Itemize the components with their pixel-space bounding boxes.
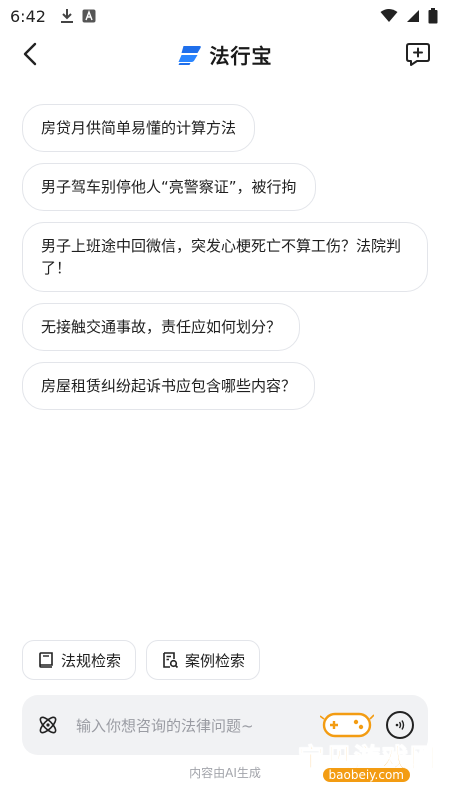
suggestion-chip[interactable]: 男子驾车别停他人“亮警察证”，被行拘 — [22, 163, 316, 211]
back-button[interactable] — [14, 38, 46, 70]
watermark-url: baobeiy.com — [322, 768, 410, 782]
chevron-left-icon — [23, 42, 37, 66]
wifi-icon — [380, 9, 398, 22]
site-watermark: 宝贝游戏网 baobeiy.com — [294, 706, 444, 786]
download-icon — [60, 9, 73, 23]
suggestion-list: 房贷月供简单易懂的计算方法 男子驾车别停他人“亮警察证”，被行拘 男子上班途中回… — [22, 104, 432, 421]
suggestion-chip[interactable]: 房屋租赁纠纷起诉书应包含哪些内容？ — [22, 362, 316, 410]
case-search-button[interactable]: 案例检索 — [146, 640, 261, 680]
suggestion-chip[interactable]: 无接触交通事故，责任应如何划分？ — [22, 303, 301, 351]
brand: 法行宝 — [178, 40, 273, 69]
header: 法行宝 — [0, 32, 450, 76]
book-icon — [39, 652, 53, 668]
add-chat-icon — [406, 43, 430, 66]
document-search-icon — [163, 652, 179, 669]
status-time: 6:42 — [10, 6, 46, 26]
signal-icon — [407, 10, 419, 22]
law-search-button[interactable]: 法规检索 — [22, 640, 137, 680]
brand-name: 法行宝 — [209, 44, 273, 68]
battery-icon — [428, 8, 438, 24]
tool-row: 法规检索 案例检索 — [22, 640, 261, 680]
status-bar: 6:42 — [0, 0, 450, 32]
suggestion-chip[interactable]: 男子上班途中回微信，突发心梗死亡不算工伤？法院判了！ — [22, 222, 428, 292]
gamepad-icon — [320, 712, 374, 738]
status-system-icons — [380, 8, 438, 24]
brand-logo-icon — [178, 45, 201, 65]
atom-icon[interactable] — [36, 713, 60, 737]
app-notification-icon — [82, 9, 96, 23]
new-chat-button[interactable] — [404, 40, 432, 68]
suggestion-chip[interactable]: 房贷月供简单易懂的计算方法 — [22, 104, 256, 152]
law-search-label: 法规检索 — [61, 651, 122, 670]
case-search-label: 案例检索 — [185, 651, 246, 670]
status-notification-icons — [60, 8, 96, 24]
